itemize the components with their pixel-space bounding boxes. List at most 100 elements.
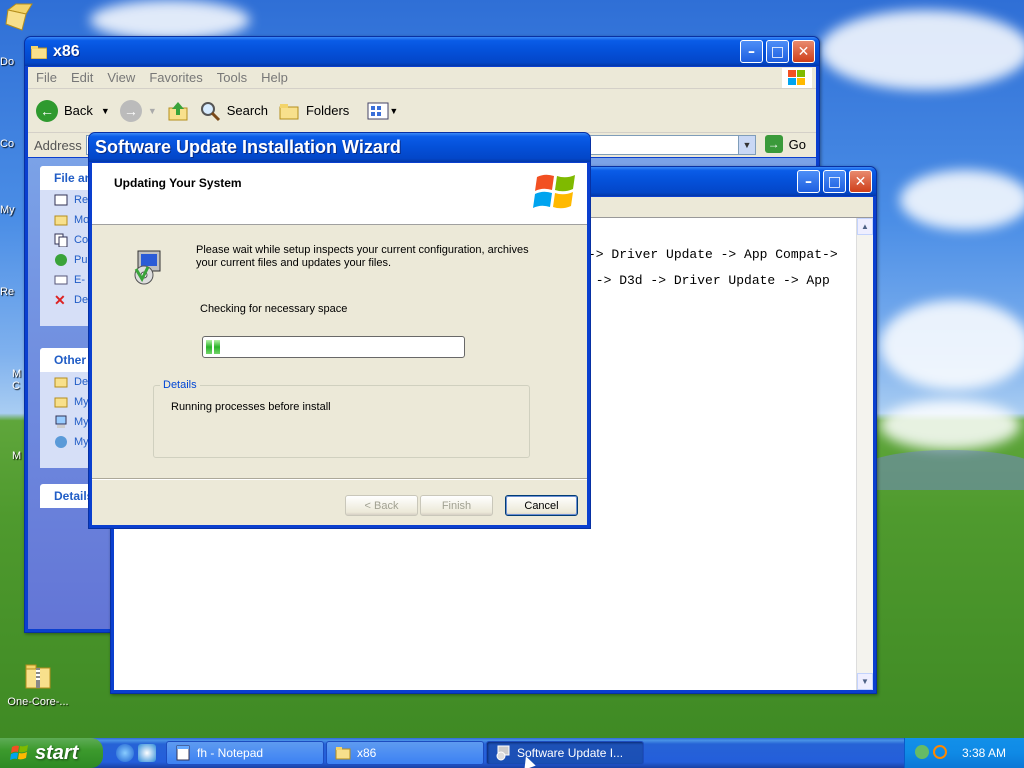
dropdown-icon: ▼ [147, 105, 157, 116]
desktop-folder-icon[interactable] [0, 0, 40, 36]
email-icon [54, 275, 68, 285]
install-progress-bar [202, 336, 465, 358]
installation-wizard-dialog[interactable]: Software Update Installation Wizard Upda… [88, 132, 591, 529]
windows-flag-icon [533, 174, 575, 209]
close-button[interactable]: ✕ [849, 170, 872, 193]
maximize-button[interactable]: □ [766, 40, 789, 63]
setup-install-icon [134, 250, 161, 285]
back-button[interactable]: ← Back ▼ [36, 99, 110, 122]
dropdown-icon[interactable]: ▼ [101, 106, 110, 116]
forward-button[interactable]: → ▼ [119, 99, 157, 122]
cloud [880, 400, 1020, 450]
cloud [820, 10, 1024, 90]
wizard-description: Please wait while setup inspects your cu… [196, 244, 529, 269]
go-label: Go [788, 136, 806, 152]
vertical-scrollbar[interactable]: ▲ ▼ [856, 218, 873, 690]
desktop-icon-label[interactable]: M C [12, 368, 21, 392]
task-label: fh - Notepad [197, 746, 264, 760]
clock[interactable]: 3:38 AM [962, 746, 1006, 760]
go-arrow-icon: → [764, 135, 783, 153]
my-computer-icon [55, 415, 67, 428]
search-label: Search [226, 103, 268, 118]
explorer-toolbar: ← Back ▼ → ▼ Search Folders ▼ [28, 89, 816, 133]
desktop-icon-label[interactable]: My [0, 204, 15, 216]
wizard-titlebar[interactable]: Software Update Installation Wizard [89, 133, 590, 162]
menu-help[interactable]: Help [261, 70, 288, 85]
menu-tools[interactable]: Tools [217, 70, 247, 85]
wizard-heading: Updating Your System [114, 176, 242, 190]
dropdown-icon: ▼ [389, 105, 399, 116]
taskbar-item-notepad[interactable]: fh - Notepad [166, 741, 324, 765]
menu-favorites[interactable]: Favorites [149, 70, 202, 85]
menu-edit[interactable]: Edit [71, 70, 93, 85]
views-button[interactable]: ▼ [367, 101, 398, 121]
maximize-button[interactable]: □ [823, 170, 846, 193]
start-label: start [35, 741, 79, 764]
hill [860, 450, 1024, 490]
desktop-icon-label: One-Core-... [7, 696, 69, 708]
wizard-header: Updating Your System [92, 163, 587, 225]
explorer-titlebar[interactable]: x86 – □ ✕ [25, 37, 819, 66]
cancel-button[interactable]: Cancel [505, 495, 578, 516]
desktop-zip-folder[interactable]: One-Core-... [0, 660, 76, 708]
taskbar-item-software-update[interactable]: Software Update I... [486, 741, 644, 765]
go-button[interactable]: → Go [764, 135, 806, 153]
search-icon [200, 101, 220, 121]
desktop-icon-label[interactable]: Co [0, 138, 14, 150]
cloud [90, 0, 250, 40]
notepad-icon [176, 745, 190, 761]
scroll-down-icon[interactable]: ▼ [857, 673, 873, 690]
desktop-icon-label[interactable]: M [12, 450, 21, 462]
chevron-down-icon[interactable]: ▼ [738, 135, 756, 155]
internet-explorer-icon[interactable] [116, 744, 134, 762]
wizard-title: Software Update Installation Wizard [95, 137, 401, 157]
up-folder-button[interactable] [167, 100, 189, 122]
folder-icon [54, 377, 68, 388]
back-label: Back [64, 103, 93, 118]
wizard-status: Checking for necessary space [200, 303, 348, 315]
folder-icon [31, 45, 47, 59]
desktop-icon-label[interactable]: Re [0, 286, 14, 298]
back-arrow-icon: ← [36, 99, 58, 122]
menu-file[interactable]: File [36, 70, 57, 85]
copy-icon [54, 233, 68, 247]
show-desktop-icon[interactable] [138, 744, 156, 762]
search-button[interactable]: Search [199, 100, 268, 122]
setup-install-icon [496, 745, 510, 761]
minimize-button[interactable]: – [797, 170, 820, 193]
scroll-up-icon[interactable]: ▲ [857, 218, 873, 235]
windows-flag-icon [10, 745, 28, 760]
details-text: Running processes before install [171, 401, 331, 413]
cloud [880, 300, 1024, 390]
menubar: File Edit View Favorites Tools Help [28, 67, 816, 89]
desktop-icon-label[interactable]: Do [0, 56, 14, 68]
windows-logo-icon [782, 68, 812, 88]
progress-fill [206, 340, 461, 354]
up-folder-icon [168, 101, 188, 120]
rename-icon [54, 194, 68, 206]
progress-segment [206, 340, 212, 354]
network-icon[interactable] [915, 745, 929, 759]
folders-button[interactable]: Folders [278, 100, 349, 122]
zip-folder-icon [25, 664, 51, 689]
finish-button[interactable]: Finish [420, 495, 493, 516]
back-button[interactable]: < Back [345, 495, 418, 516]
text-line: -> Driver Update -> App Compat-> [588, 247, 838, 262]
search-icon[interactable] [933, 745, 947, 759]
system-tray: 3:38 AM [904, 738, 1024, 768]
menu-view[interactable]: View [107, 70, 135, 85]
publish-web-icon [55, 254, 67, 266]
start-button[interactable]: start [0, 738, 103, 768]
progress-segment [214, 340, 220, 354]
delete-icon: ✕ [54, 292, 66, 308]
wizard-body: Updating Your System Please wait while s… [92, 163, 587, 525]
my-network-icon [55, 436, 67, 448]
folders-icon [279, 103, 299, 119]
taskbar-item-x86[interactable]: x86 [326, 741, 484, 765]
minimize-button[interactable]: – [740, 40, 763, 63]
close-button[interactable]: ✕ [792, 40, 815, 63]
my-documents-icon [54, 397, 68, 408]
cloud [900, 170, 1024, 230]
folder-icon [5, 3, 33, 31]
address-label: Address [34, 137, 82, 153]
